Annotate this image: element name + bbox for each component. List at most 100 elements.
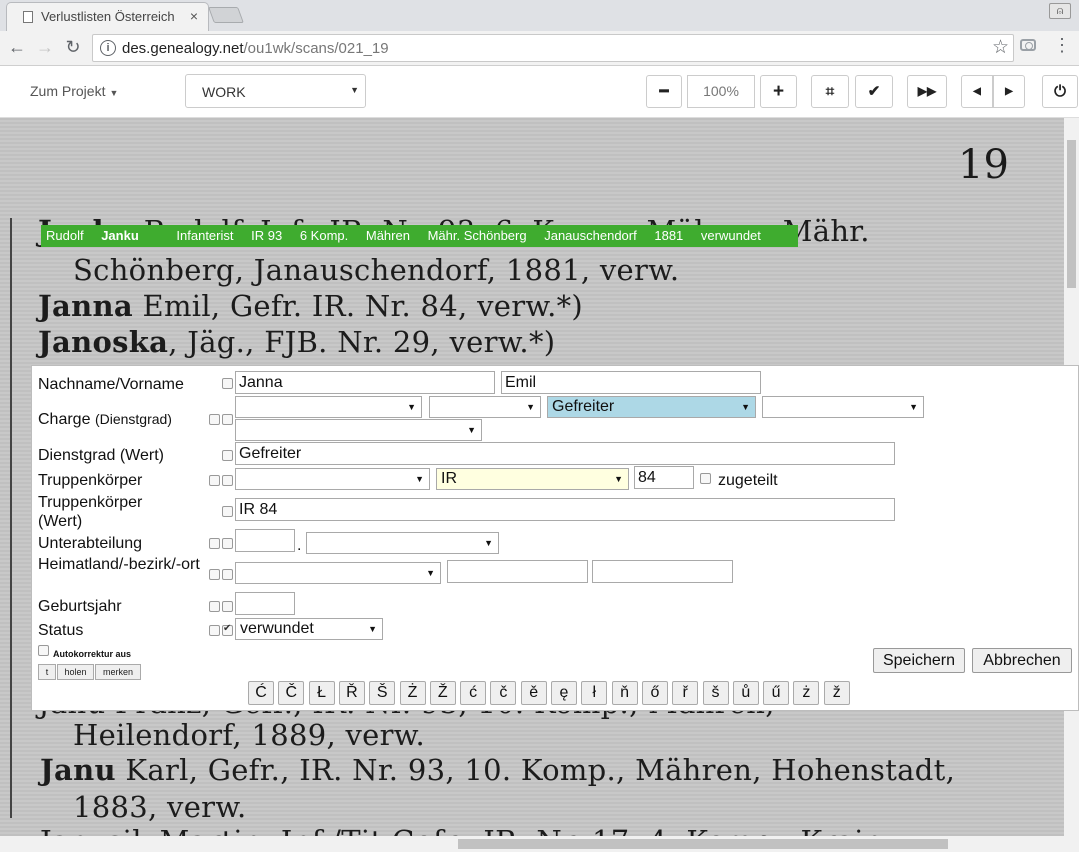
plus-icon: +	[772, 81, 785, 102]
special-char-button[interactable]: Ž	[429, 681, 456, 705]
first-name-field[interactable]: Emil	[501, 371, 761, 394]
special-char-button[interactable]: ż	[793, 681, 820, 705]
special-char-button[interactable]: ř	[672, 681, 699, 705]
special-char-button[interactable]: Ż	[399, 681, 426, 705]
browser-menu-icon[interactable]: ⋮	[1053, 36, 1071, 54]
charge-select-4[interactable]: ▼	[762, 396, 924, 418]
next-button[interactable]: ▶	[993, 75, 1025, 108]
homeland-checkbox-2[interactable]	[222, 569, 233, 580]
status-select[interactable]: verwundet ▼	[235, 618, 383, 640]
crop-button[interactable]: ⌗	[811, 75, 849, 108]
forward-icon[interactable]: →	[33, 35, 57, 59]
rank-value-label: Dienstgrad (Wert)	[38, 447, 164, 464]
birth-year-checkbox-2[interactable]	[222, 601, 233, 612]
birth-year-field[interactable]	[235, 592, 295, 615]
power-button[interactable]: ⏻	[1042, 75, 1078, 108]
highlight-rank: Infanterist	[176, 228, 234, 243]
status-checkbox-2[interactable]	[222, 623, 233, 636]
scan-line: Janoska, Jäg., FJB. Nr. 29, verw.*)	[38, 325, 555, 359]
name-checkbox[interactable]	[222, 378, 233, 389]
address-bar[interactable]: i des.genealogy.net/ou1wk/scans/021_19 ☆	[92, 34, 1014, 62]
back-icon[interactable]: ←	[5, 35, 29, 59]
fast-forward-button[interactable]: ▶▶	[907, 75, 947, 108]
zoom-in-button[interactable]: +	[760, 75, 797, 108]
special-char-button[interactable]: Š	[369, 681, 396, 705]
charge-select-5[interactable]: ▼	[235, 419, 482, 441]
unit-value-checkbox[interactable]	[222, 506, 233, 517]
merken-button[interactable]: merken	[95, 664, 141, 680]
special-char-button[interactable]: ł	[581, 681, 608, 705]
surname-field[interactable]: Janna	[235, 371, 495, 394]
bookmark-star-icon[interactable]: ☆	[992, 36, 1009, 59]
special-char-button[interactable]: Ł	[308, 681, 335, 705]
save-button[interactable]: Speichern	[873, 648, 965, 673]
unit-value-field[interactable]: IR 84	[235, 498, 895, 521]
special-char-button[interactable]: š	[702, 681, 729, 705]
rank-value-checkbox[interactable]	[222, 450, 233, 461]
unit-type-select[interactable]: IR ▼	[436, 468, 629, 490]
scan-line: 1883, verw.	[73, 790, 247, 824]
t-button[interactable]: t	[38, 664, 56, 680]
place-field[interactable]	[592, 560, 733, 583]
horizontal-scroll-thumb[interactable]	[458, 839, 948, 849]
subdivision-checkbox-1[interactable]	[209, 538, 220, 549]
cancel-button[interactable]: Abbrechen	[972, 648, 1072, 673]
birth-year-checkbox-1[interactable]	[209, 601, 220, 612]
special-char-button[interactable]: ő	[641, 681, 668, 705]
charge-select-3[interactable]: Gefreiter ▼	[547, 396, 756, 418]
holen-button[interactable]: holen	[57, 664, 94, 680]
unit-number-field[interactable]: 84	[634, 466, 694, 489]
homeland-checkbox-1[interactable]	[209, 569, 220, 580]
charge-checkbox-2[interactable]	[222, 414, 233, 425]
autocorrect-checkbox[interactable]	[38, 645, 49, 656]
special-char-button[interactable]: č	[490, 681, 517, 705]
reload-icon[interactable]: ↻	[61, 35, 85, 59]
special-char-button[interactable]: ć	[460, 681, 487, 705]
horizontal-scrollbar[interactable]	[0, 836, 1079, 852]
charge-selected-value: Gefreiter	[552, 398, 615, 415]
scan-margin-line	[10, 218, 12, 818]
unit-category-select[interactable]: ▼	[235, 468, 430, 490]
special-char-button[interactable]: ů	[732, 681, 759, 705]
special-char-button[interactable]: ž	[823, 681, 850, 705]
camera-icon[interactable]	[1020, 39, 1036, 51]
browser-toolbar: ← → ↻ i des.genealogy.net/ou1wk/scans/02…	[0, 31, 1079, 66]
status-checkbox-1[interactable]	[209, 625, 220, 636]
project-menu[interactable]: Zum Projekt ▼	[30, 83, 118, 99]
homeland-select[interactable]: ▼	[235, 562, 441, 584]
info-icon[interactable]: i	[100, 40, 116, 56]
unit-checkbox-2[interactable]	[222, 475, 233, 486]
subdivision-select[interactable]: ▼	[306, 532, 499, 554]
close-tab-icon[interactable]: ×	[190, 8, 198, 24]
rank-value-field[interactable]: Gefreiter	[235, 442, 895, 465]
charge-select-1[interactable]: ▼	[235, 396, 422, 418]
profile-icon[interactable]: ⍝	[1049, 3, 1071, 19]
scan-line: Schönberg, Janauschendorf, 1881, verw.	[73, 253, 679, 287]
subdivision-checkbox-2[interactable]	[222, 538, 233, 549]
district-field[interactable]	[447, 560, 588, 583]
charge-label-sub: (Dienstgrad)	[94, 411, 172, 427]
subdivision-number-field[interactable]	[235, 529, 295, 552]
highlight-place: Janauschendorf	[544, 228, 637, 243]
special-char-button[interactable]: Ř	[338, 681, 365, 705]
special-char-button[interactable]: ű	[763, 681, 790, 705]
record-highlight[interactable]: Rudolf Janku Infanterist IR 93 6 Komp. M…	[41, 225, 798, 247]
zoom-out-button[interactable]: ━	[646, 75, 682, 108]
highlight-unit: IR 93	[251, 228, 283, 243]
attached-checkbox[interactable]	[700, 473, 711, 484]
special-char-button[interactable]: ę	[551, 681, 577, 705]
special-char-button[interactable]: Ć	[248, 681, 274, 705]
previous-button[interactable]: ◀	[961, 75, 993, 108]
unit-checkbox-1[interactable]	[209, 475, 220, 486]
special-char-button[interactable]: ě	[520, 681, 547, 705]
select-arrow-icon: ▼	[415, 474, 424, 484]
vertical-scroll-thumb[interactable]	[1067, 140, 1076, 288]
work-select[interactable]: WORK ▼	[185, 74, 366, 108]
special-char-button[interactable]: Č	[278, 681, 305, 705]
special-char-button[interactable]: ň	[611, 681, 638, 705]
charge-select-2[interactable]: ▼	[429, 396, 541, 418]
charge-checkbox-1[interactable]	[209, 414, 220, 425]
browser-tab[interactable]: Verlustlisten Österreich ×	[6, 2, 209, 31]
confirm-button[interactable]: ✔	[855, 75, 893, 108]
new-tab-button[interactable]	[208, 7, 244, 23]
